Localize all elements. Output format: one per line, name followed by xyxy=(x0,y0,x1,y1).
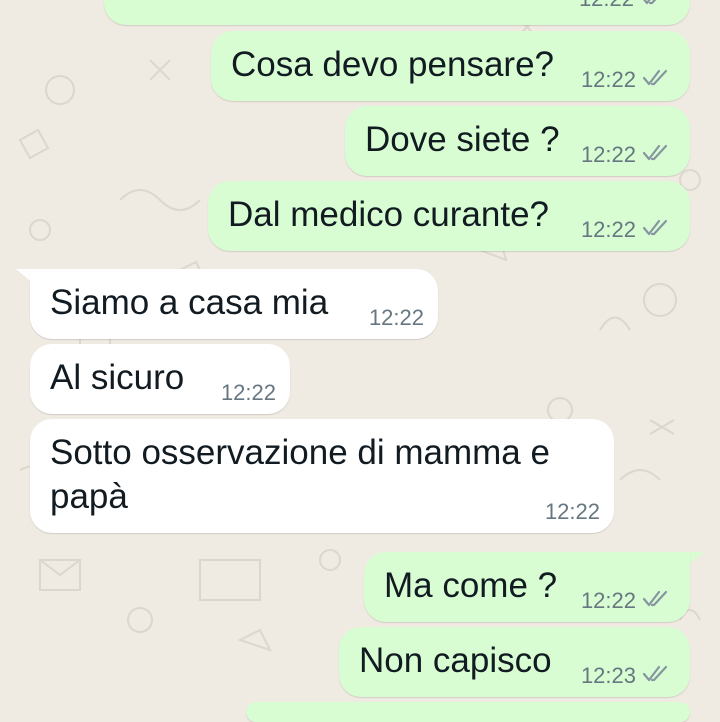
message-time: 12:22 xyxy=(544,499,600,524)
message-bubble-outgoing[interactable]: Non capisco 12:23 xyxy=(339,627,690,697)
message-meta: 12:22 xyxy=(581,67,670,93)
message-time: 12:22 xyxy=(368,305,424,330)
message-meta: 12:22 xyxy=(581,588,670,614)
message-text: Dove siete ? xyxy=(365,120,560,159)
message-text-line: papà xyxy=(50,477,128,516)
double-check-icon xyxy=(642,588,670,614)
message-bubble-outgoing[interactable]: Ma come ? 12:22 xyxy=(364,552,690,622)
message-time: 12:22 xyxy=(580,67,636,92)
message-meta: 12:22 xyxy=(545,499,600,525)
message-text: Ma come ? xyxy=(384,566,558,605)
message-meta: 12:22 xyxy=(369,305,424,331)
message-bubble-outgoing[interactable]: osservazione 12:22 xyxy=(104,0,690,25)
message-text: Siamo a casa mia xyxy=(50,283,329,322)
message-time: 12:22 xyxy=(580,142,636,167)
message-time: 12:22 xyxy=(580,588,636,613)
message-text: Cosa devo pensare? xyxy=(231,45,554,84)
message-bubble-outgoing[interactable]: Cosa devo pensare? 12:22 xyxy=(211,31,690,101)
message-meta: 12:22 xyxy=(581,217,670,243)
message-time: 12:22 xyxy=(220,380,276,405)
message-text: osservazione xyxy=(124,0,330,6)
message-bubble-outgoing[interactable]: Dove siete ? 12:22 xyxy=(345,106,690,176)
double-check-icon xyxy=(642,67,670,93)
message-bubble-outgoing[interactable]: Dal medico curante? 12:22 xyxy=(208,181,690,251)
double-check-icon xyxy=(642,663,670,689)
message-bubble-incoming[interactable]: Sotto osservazione di mamma e papà 12:22 xyxy=(30,419,614,533)
message-bubble-incoming[interactable]: Al sicuro 12:22 xyxy=(30,344,290,414)
message-bubble-outgoing[interactable] xyxy=(246,702,690,722)
message-text-line: Sotto osservazione di mamma e xyxy=(50,433,550,472)
message-meta: 12:22 xyxy=(221,380,276,406)
message-text: Dal medico curante? xyxy=(228,195,549,234)
double-check-icon xyxy=(642,142,670,168)
message-time: 12:22 xyxy=(579,0,634,12)
message-bubble-incoming[interactable]: Siamo a casa mia 12:22 xyxy=(30,269,438,339)
message-meta: 12:22 xyxy=(579,0,668,12)
message-time: 12:22 xyxy=(580,217,636,242)
message-text: Non capisco xyxy=(359,641,552,680)
message-text: Al sicuro xyxy=(50,358,185,397)
message-time: 12:23 xyxy=(580,663,636,688)
message-meta: 12:22 xyxy=(581,142,670,168)
double-check-icon xyxy=(642,217,670,243)
message-meta: 12:23 xyxy=(581,663,670,689)
double-check-icon xyxy=(640,0,668,12)
